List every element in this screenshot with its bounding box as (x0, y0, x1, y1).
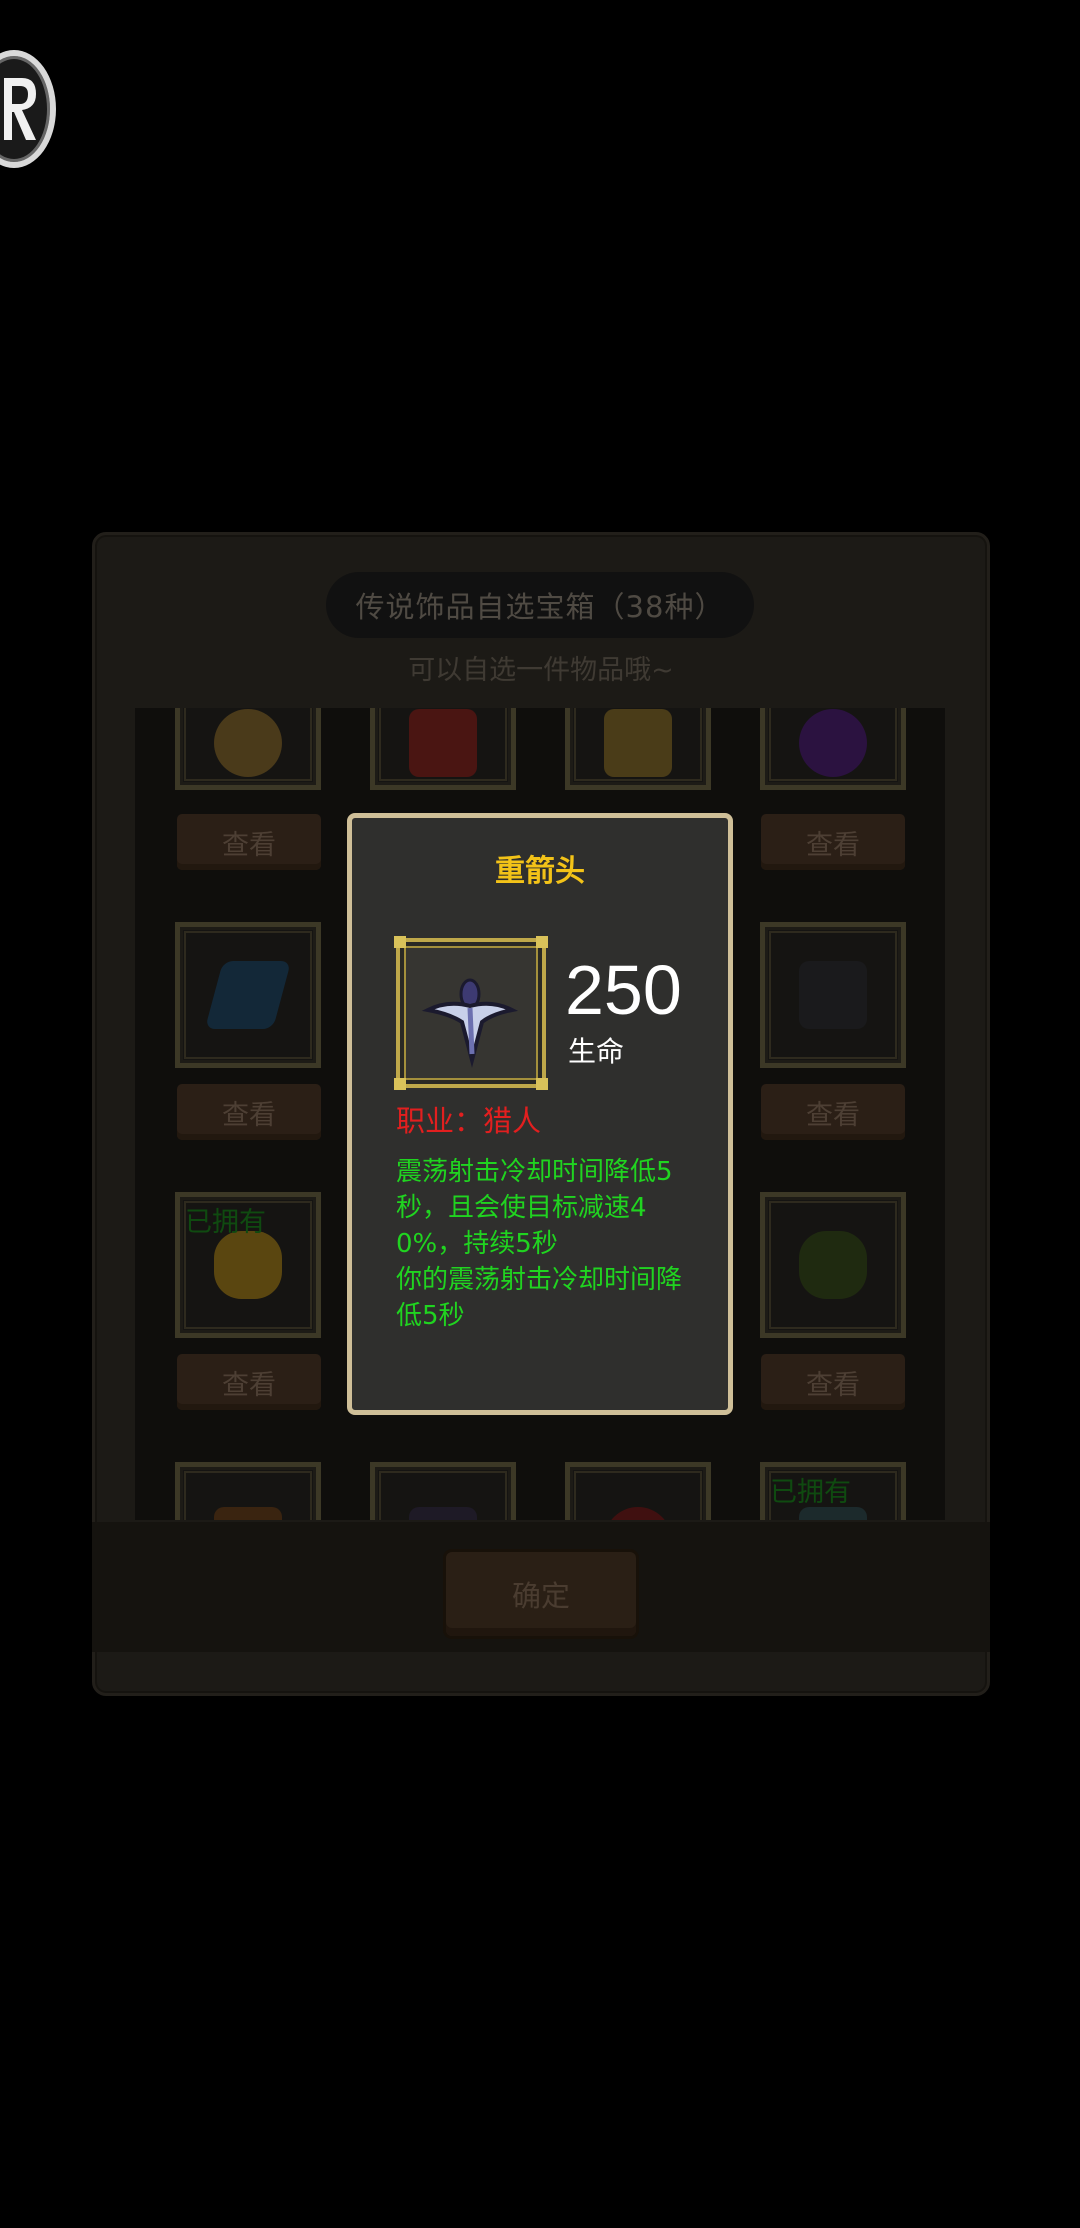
stat-name: 生命 (568, 1035, 625, 1068)
item-slot-orange-feather[interactable] (175, 1462, 321, 1520)
golden-bell-icon (604, 709, 672, 777)
view-button[interactable]: 查看 (177, 1354, 321, 1410)
item-slot-blue-crystal[interactable] (175, 922, 321, 1068)
item-icon-frame (394, 936, 548, 1090)
item-description: 震荡射击冷却时间降低5秒，且会使目标减速40%，持续5秒 你的震荡射击冷却时间降… (396, 1154, 706, 1334)
description-line: 震荡射击冷却时间降低5秒，且会使目标减速40%，持续5秒 (396, 1157, 673, 1259)
view-button[interactable]: 查看 (761, 1084, 905, 1140)
confirm-button[interactable]: 确定 (446, 1552, 636, 1636)
view-button[interactable]: 查看 (761, 1354, 905, 1410)
item-slot-red-orb[interactable] (565, 1462, 711, 1520)
item-slot-golden-bell[interactable] (565, 708, 711, 790)
red-orb-icon (604, 1507, 672, 1520)
r-logo-icon[interactable] (0, 50, 56, 168)
description-line: 你的震荡射击冷却时间降低5秒 (396, 1265, 683, 1331)
chest-subtitle: 可以自选一件物品哦~ (408, 655, 674, 686)
black-claw-icon (799, 961, 867, 1029)
dark-horn-icon (409, 1507, 477, 1520)
item-slot-dark-horn[interactable] (370, 1462, 516, 1520)
item-name: 重箭头 (495, 854, 585, 889)
stat-value: 250 (565, 951, 682, 1029)
item-slot-lion-medallion[interactable] (175, 708, 321, 790)
blue-crystal-shards-icon (204, 961, 292, 1029)
item-slot-black-claw[interactable] (760, 922, 906, 1068)
red-book-icon (409, 709, 477, 777)
arrowhead-icon (421, 978, 519, 1068)
view-button[interactable]: 查看 (177, 814, 321, 870)
item-slot-red-book[interactable] (370, 708, 516, 790)
view-button[interactable]: 查看 (761, 814, 905, 870)
orange-feather-icon (214, 1507, 282, 1520)
green-skull-icon (799, 1231, 867, 1299)
item-slot-purple-gem[interactable] (760, 708, 906, 790)
chest-title: 传说饰品自选宝箱（38种） (326, 572, 754, 638)
gold-nugget-icon (214, 1231, 282, 1299)
class-requirement: 职业：猎人 (396, 1104, 542, 1138)
owned-label: 已拥有 (185, 1207, 266, 1238)
view-button[interactable]: 查看 (177, 1084, 321, 1140)
item-detail-tooltip: 重箭头 250 生命 职业：猎人 震荡射击冷却时间降低5秒，且会使目标减速40%… (347, 813, 733, 1415)
item-slot-green-skull[interactable] (760, 1192, 906, 1338)
lion-medallion-icon (214, 709, 282, 777)
purple-gem-icon (799, 709, 867, 777)
owned-label: 已拥有 (770, 1477, 851, 1508)
